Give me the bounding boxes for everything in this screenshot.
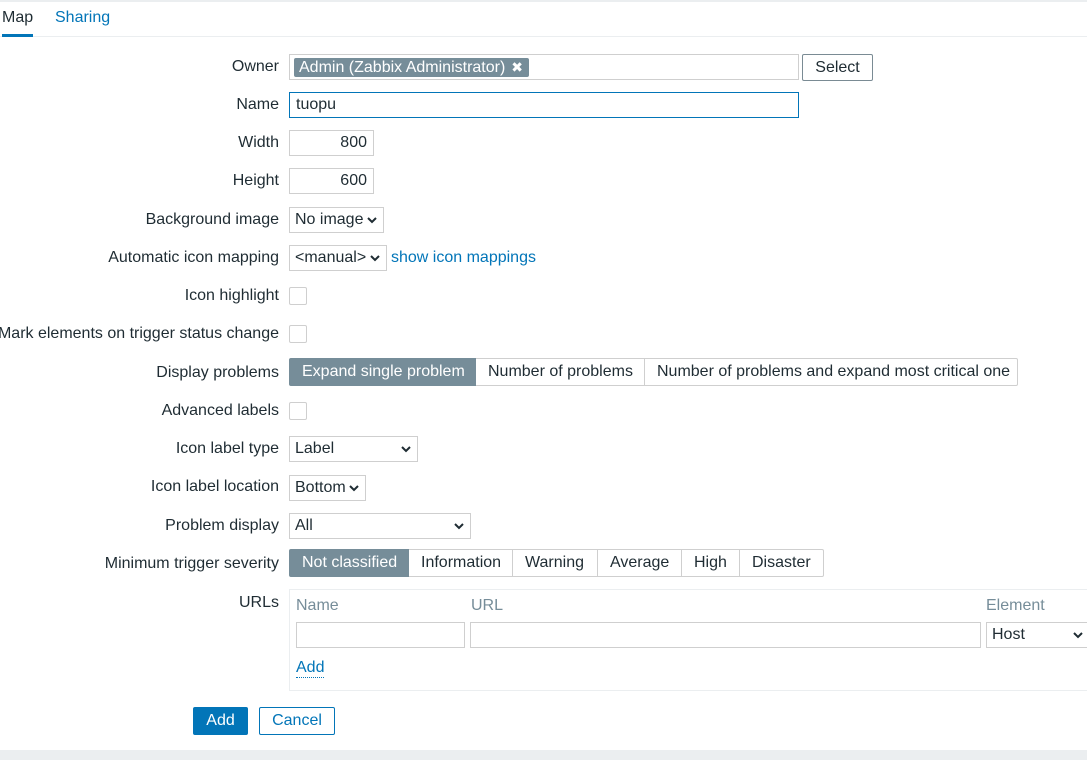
- display-problems-label: Display problems: [156, 364, 279, 381]
- icon-label-location-value: Bottom: [295, 479, 346, 496]
- urls-table: Name URL Element Host Add: [289, 589, 1087, 691]
- background-image-label: Background image: [145, 211, 279, 228]
- display-problems-option-number[interactable]: Number of problems: [476, 358, 645, 386]
- tab-bar: Map Sharing: [0, 2, 1087, 37]
- display-problems-option-number-expand[interactable]: Number of problems and expand most criti…: [645, 358, 1018, 386]
- icon-label-location-select[interactable]: Bottom: [289, 475, 366, 501]
- url-add-link[interactable]: Add: [296, 659, 325, 678]
- severity-option-warning[interactable]: Warning: [513, 549, 598, 577]
- url-element-value: Host: [992, 626, 1025, 643]
- min-severity-segmented: Not classified Information Warning Avera…: [289, 549, 824, 577]
- owner-chip: Admin (Zabbix Administrator) ✖: [294, 58, 530, 77]
- chevron-down-icon: [370, 255, 380, 262]
- map-edit-page: Map Sharing Owner Admin (Zabbix Administ…: [0, 0, 1087, 760]
- width-input[interactable]: 800: [289, 130, 374, 156]
- severity-option-not-classified[interactable]: Not classified: [289, 549, 409, 577]
- background-image-value: No image: [295, 211, 364, 228]
- owner-label: Owner: [231, 58, 279, 75]
- chevron-down-icon: [401, 446, 411, 453]
- name-input[interactable]: tuopu: [289, 92, 799, 118]
- height-label: Height: [232, 172, 279, 189]
- tab-map[interactable]: Map: [2, 2, 34, 37]
- icon-mapping-label: Automatic icon mapping: [108, 249, 279, 266]
- show-icon-mappings-link[interactable]: show icon mappings: [391, 249, 536, 267]
- urls-col-name: Name: [296, 597, 339, 614]
- tab-sharing[interactable]: Sharing: [55, 2, 110, 37]
- url-element-select[interactable]: Host: [986, 622, 1087, 648]
- severity-option-high[interactable]: High: [682, 549, 740, 577]
- chevron-down-icon: [367, 217, 377, 224]
- min-severity-label: Minimum trigger severity: [104, 555, 279, 572]
- mark-elements-label: Mark elements on trigger status change: [0, 325, 279, 342]
- urls-col-element: Element: [986, 597, 1045, 614]
- severity-option-information[interactable]: Information: [409, 549, 513, 577]
- cancel-button[interactable]: Cancel: [259, 707, 335, 735]
- problem-display-value: All: [295, 517, 313, 534]
- problem-display-select[interactable]: All: [289, 513, 471, 539]
- chevron-down-icon: [454, 523, 464, 530]
- width-label: Width: [238, 134, 279, 151]
- icon-highlight-checkbox[interactable]: [289, 287, 307, 305]
- advanced-labels-checkbox[interactable]: [289, 402, 307, 420]
- chevron-down-icon: [349, 485, 359, 492]
- url-url-input[interactable]: [470, 622, 981, 648]
- owner-multiselect[interactable]: Admin (Zabbix Administrator) ✖: [289, 54, 799, 80]
- owner-chip-text: Admin (Zabbix Administrator): [299, 59, 506, 76]
- icon-mapping-value: <manual>: [295, 249, 367, 266]
- advanced-labels-label: Advanced labels: [161, 402, 279, 419]
- mark-elements-checkbox[interactable]: [289, 325, 307, 343]
- footer-bar: [0, 750, 1087, 760]
- icon-label-location-label: Icon label location: [150, 478, 279, 495]
- url-name-input[interactable]: [296, 622, 465, 648]
- icon-mapping-select[interactable]: <manual>: [289, 245, 387, 271]
- urls-col-url: URL: [471, 597, 504, 614]
- icon-label-type-value: Label: [295, 440, 335, 457]
- owner-select-button[interactable]: Select: [802, 54, 873, 81]
- chevron-down-icon: [1073, 632, 1083, 639]
- urls-label: URLs: [238, 594, 279, 611]
- add-button[interactable]: Add: [193, 707, 248, 735]
- problem-display-label: Problem display: [165, 517, 279, 534]
- background-image-select[interactable]: No image: [289, 207, 384, 233]
- icon-label-type-select[interactable]: Label: [289, 436, 418, 462]
- remove-chip-icon[interactable]: ✖: [511, 59, 523, 75]
- icon-highlight-label: Icon highlight: [184, 287, 279, 304]
- name-label: Name: [236, 96, 279, 113]
- height-input[interactable]: 600: [289, 168, 374, 194]
- display-problems-option-expand-single[interactable]: Expand single problem: [289, 358, 476, 386]
- severity-option-average[interactable]: Average: [598, 549, 682, 577]
- severity-option-disaster[interactable]: Disaster: [740, 549, 824, 577]
- display-problems-segmented: Expand single problem Number of problems…: [289, 358, 1018, 386]
- icon-label-type-label: Icon label type: [175, 440, 279, 457]
